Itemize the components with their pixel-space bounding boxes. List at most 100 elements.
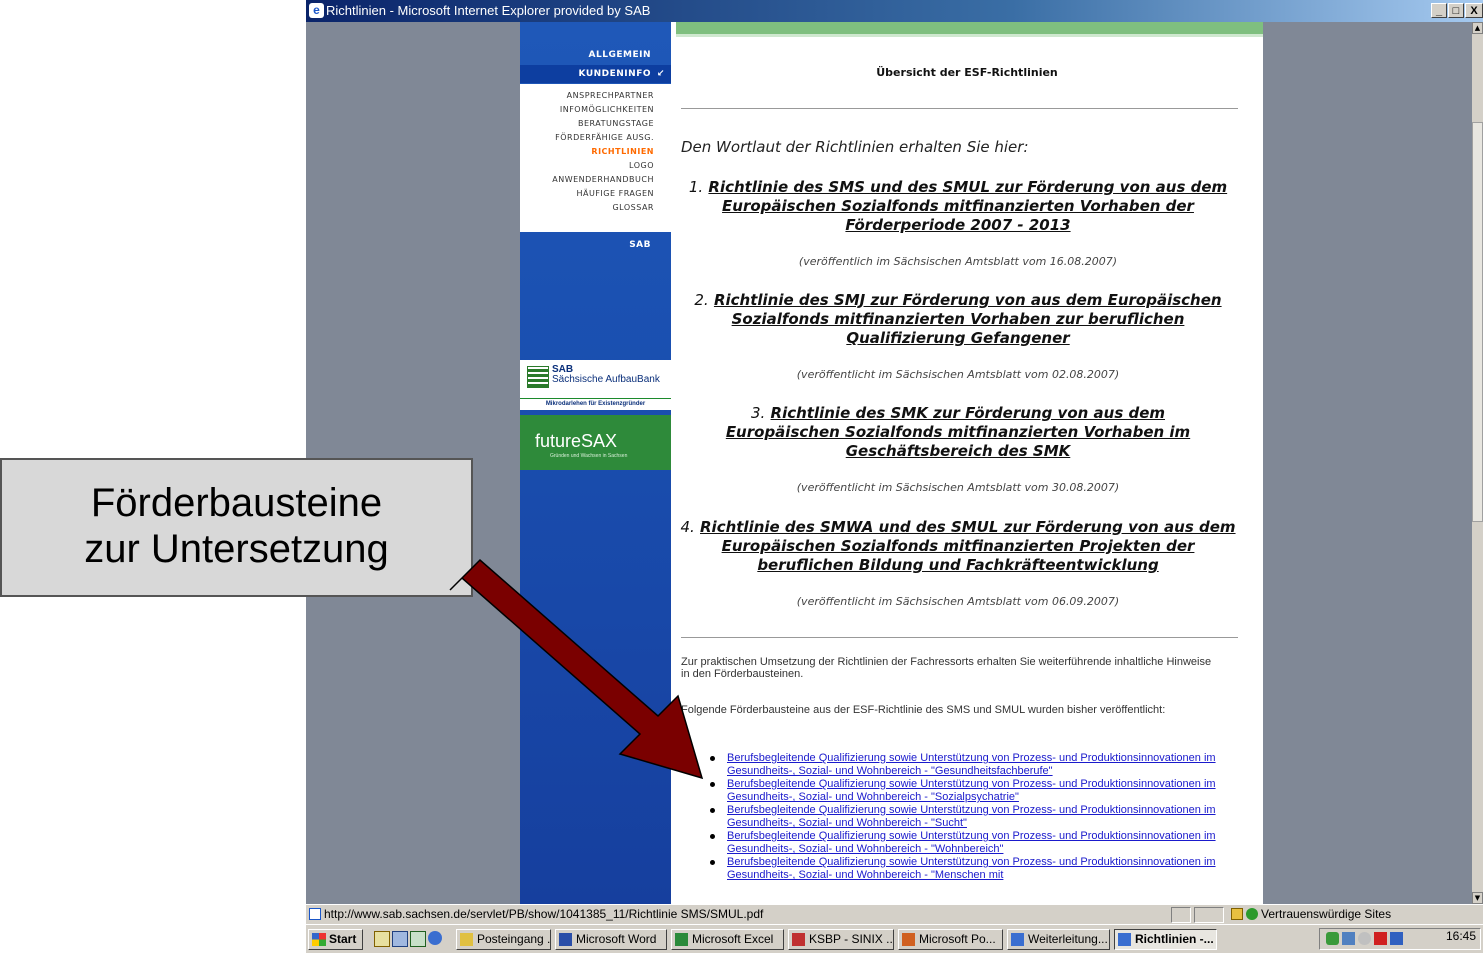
desktop-quicklaunch-icon[interactable] (392, 931, 408, 947)
foerderbaustein-link[interactable]: Berufsbegleitende Qualifizierung sowie U… (727, 804, 1216, 829)
windows-logo-icon (312, 933, 326, 946)
richtlinie-1: 1. Richtlinie des SMS und des SMUL zur F… (677, 178, 1239, 235)
taskbar-item-label: Microsoft Word (576, 932, 657, 946)
foerderbausteine-list: Berufsbegleitende Qualifizierung sowie U… (708, 752, 1228, 882)
minimize-button[interactable]: _ (1431, 3, 1447, 18)
nav-item-infomoeglichkeiten[interactable]: INFOMÖGLICHKEITEN (520, 103, 654, 117)
word-icon (559, 933, 572, 946)
saxony-shield-icon (527, 366, 549, 388)
scroll-up-arrow-icon[interactable]: ▲ (1472, 22, 1483, 34)
status-bar: http://www.sab.sachsen.de/servlet/PB/sho… (306, 904, 1483, 925)
foerderbausteine-intro: Folgende Förderbausteine aus der ESF-Ric… (681, 704, 1166, 716)
callout-line-1: Förderbausteine (90, 481, 383, 525)
excel-icon (675, 933, 688, 946)
richtlinie-published: (veröffentlicht im Sächsischen Amtsblatt… (796, 368, 1120, 381)
security-zone: Vertrauenswürdige Sites (1261, 907, 1392, 921)
futuresax-logo: futureSAX (535, 431, 618, 451)
taskbar-item-posteingang[interactable]: Posteingang ... (456, 929, 551, 950)
nav-item-glossar[interactable]: GLOSSAR (520, 201, 654, 215)
richtlinie-link[interactable]: Richtlinie des SMWA und des SMUL zur För… (700, 518, 1236, 574)
taskbar-item-weiterleitung[interactable]: Weiterleitung... (1007, 929, 1110, 950)
volume-tray-icon[interactable] (1358, 932, 1371, 945)
antivirus-tray-icon[interactable] (1374, 932, 1387, 945)
scrollbar-thumb[interactable] (1472, 122, 1483, 522)
foerderbaustein-link[interactable]: Berufsbegleitende Qualifizierung sowie U… (727, 856, 1216, 881)
vertical-scrollbar[interactable]: ▲ ▼ (1472, 22, 1483, 904)
scroll-down-arrow-icon[interactable]: ▼ (1472, 892, 1483, 904)
foerderbaustein-link[interactable]: Berufsbegleitende Qualifizierung sowie U… (727, 778, 1216, 803)
richtlinie-link[interactable]: Richtlinie des SMJ zur Förderung von aus… (714, 291, 1222, 347)
status-cell (1194, 907, 1224, 923)
nav-item-logo[interactable]: LOGO (520, 159, 654, 173)
window-title: Richtlinien - Microsoft Internet Explore… (326, 3, 651, 18)
lock-icon (1231, 908, 1243, 920)
taskbar-item-word[interactable]: Microsoft Word (555, 929, 667, 950)
richtlinie-number: 4. (680, 518, 695, 536)
list-item: Berufsbegleitende Qualifizierung sowie U… (708, 804, 1228, 830)
system-tray: 16:45 (1319, 928, 1481, 950)
internet-explorer-icon (1011, 933, 1024, 946)
window-titlebar[interactable]: e Richtlinien - Microsoft Internet Explo… (306, 0, 1483, 22)
richtlinie-published: (veröffentlicht im Sächsischen Amtsblatt… (796, 481, 1120, 494)
taskbar-item-label: Richtlinien -... (1135, 932, 1214, 946)
mail-icon (460, 933, 473, 946)
nav-item-richtlinien[interactable]: RICHTLINIEN (520, 145, 654, 159)
calendar-quicklaunch-icon[interactable] (410, 931, 426, 947)
internet-explorer-icon: e (309, 3, 324, 18)
start-button[interactable]: Start (308, 929, 363, 950)
sab-logo-subtitle: Sächsische AufbauBank (552, 374, 660, 385)
callout-box: Förderbausteine zur Untersetzung (0, 458, 473, 597)
futuresax-tagline: Gründen und Wachsen in Sachsen (550, 453, 628, 459)
taskbar-item-label: Weiterleitung... (1028, 932, 1108, 946)
status-url: http://www.sab.sachsen.de/servlet/PB/sho… (324, 907, 764, 921)
richtlinie-number: 3. (750, 404, 766, 422)
page-title: Übersicht der ESF-Richtlinien (876, 66, 1058, 79)
nav-section-sab[interactable]: SAB (520, 236, 671, 254)
nav-section-kundeninfo[interactable]: KUNDENINFO ↙ (520, 65, 671, 83)
list-item: Berufsbegleitende Qualifizierung sowie U… (708, 752, 1228, 778)
sab-logo-tagline: Mikrodarlehen für Existenzgründer (520, 398, 671, 407)
taskbar-item-label: Microsoft Excel (692, 932, 774, 946)
internet-explorer-icon (1118, 933, 1131, 946)
header-image-strip (676, 22, 1263, 37)
nav-item-haeufige-fragen[interactable]: HÄUFIGE FRAGEN (520, 187, 654, 201)
richtlinie-link[interactable]: Richtlinie des SMS und des SMUL zur Förd… (708, 178, 1227, 234)
nav-item-foerderfaehige-ausg[interactable]: FÖRDERFÄHIGE AUSG. (520, 131, 654, 145)
divider (681, 637, 1238, 638)
nav-item-ansprechpartner[interactable]: ANSPRECHPARTNER (520, 89, 654, 103)
taskbar-item-ksbp[interactable]: KSBP - SINIX ... (788, 929, 894, 950)
app-tray-icon[interactable] (1390, 932, 1403, 945)
nav-item-anwenderhandbuch[interactable]: ANWENDERHANDBUCH (520, 173, 654, 187)
nav-section-foerderung[interactable]: FÖRDERUNG (520, 216, 671, 234)
taskbar-item-richtlinien[interactable]: Richtlinien -... (1114, 929, 1217, 950)
phone-tray-icon[interactable] (1342, 932, 1355, 945)
outlook-quicklaunch-icon[interactable] (374, 931, 390, 947)
callout-arrow (449, 558, 704, 780)
taskbar-item-excel[interactable]: Microsoft Excel (671, 929, 784, 950)
richtlinie-link[interactable]: Richtlinie des SMK zur Förderung von aus… (726, 404, 1190, 460)
nav-item-beratungstage[interactable]: BERATUNGSTAGE (520, 117, 654, 131)
foerderbaustein-link[interactable]: Berufsbegleitende Qualifizierung sowie U… (727, 830, 1216, 855)
futuresax-banner[interactable]: futureSAX Gründen und Wachsen in Sachsen (520, 415, 671, 470)
taskbar-item-label: Posteingang ... (477, 932, 551, 946)
richtlinie-number: 1. (688, 178, 704, 196)
intro-text: Den Wortlaut der Richtlinien erhalten Si… (681, 138, 1029, 156)
taskbar-item-label: Microsoft Po... (919, 932, 996, 946)
ie-quicklaunch-icon[interactable] (428, 931, 442, 945)
page-icon (309, 908, 321, 920)
divider (681, 108, 1238, 109)
network-tray-icon[interactable] (1326, 932, 1339, 945)
taskbar-item-powerpoint[interactable]: Microsoft Po... (898, 929, 1003, 950)
foerderbaustein-link[interactable]: Berufsbegleitende Qualifizierung sowie U… (727, 752, 1216, 777)
richtlinie-4: 4. Richtlinie des SMWA und des SMUL zur … (677, 518, 1239, 575)
sab-logo[interactable]: SAB Sächsische AufbauBank Mikrodarlehen … (520, 360, 671, 410)
taskbar: Start Posteingang ... Microsoft Word Mic… (306, 924, 1483, 953)
clock: 16:45 (1445, 929, 1476, 943)
trusted-sites-icon (1246, 908, 1258, 920)
richtlinie-number: 2. (694, 291, 709, 309)
maximize-button[interactable]: □ (1448, 3, 1464, 18)
close-button[interactable]: X (1465, 3, 1483, 18)
callout-line-2: zur Untersetzung (84, 527, 389, 571)
arrow-shape (449, 558, 704, 780)
nav-section-allgemein[interactable]: ALLGEMEIN (520, 46, 671, 64)
